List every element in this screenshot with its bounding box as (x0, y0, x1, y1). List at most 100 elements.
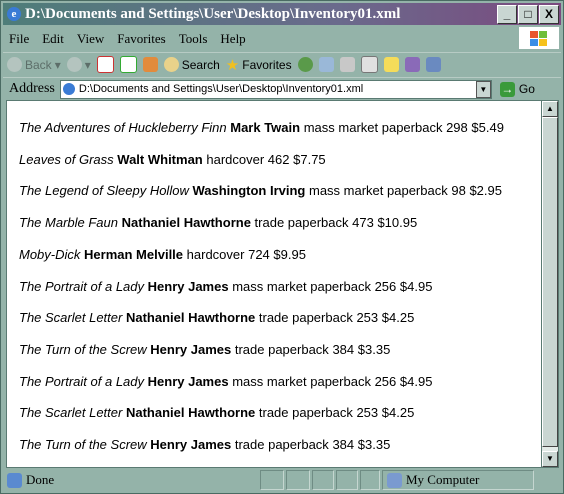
book-binding: trade paperback (254, 215, 349, 231)
book-title: The Adventures of Huckleberry Finn (19, 120, 227, 135)
menu-view[interactable]: View (77, 31, 104, 47)
book-title: The Scarlet Letter (19, 405, 123, 421)
page-icon (62, 83, 75, 95)
edit-icon[interactable] (360, 56, 378, 73)
book-binding: hardcover (186, 246, 245, 262)
home-icon[interactable] (142, 57, 158, 72)
menu-file[interactable]: File (9, 31, 29, 47)
book-binding: trade paperback (234, 437, 329, 452)
discuss-icon[interactable] (383, 57, 399, 72)
book-binding: mass market paperback (232, 278, 371, 294)
book-binding: trade paperback (234, 341, 329, 357)
book-pages: 253 (356, 310, 379, 326)
minimize-button[interactable]: _ (497, 5, 517, 24)
book-row: The Scarlet Letter Nathaniel Hawthorne t… (19, 405, 414, 420)
window-title: D:\Documents and Settings\User\Desktop\I… (25, 5, 401, 22)
page-done-icon (7, 472, 22, 488)
search-button[interactable]: Search (163, 57, 220, 72)
book-author: Nathaniel Hawthorne (125, 310, 256, 326)
toolbar: Back ▾ ▾ Search ★ Favorites (3, 52, 561, 76)
close-button[interactable]: X (539, 5, 559, 24)
book-title: The Portrait of a Lady (19, 278, 145, 294)
address-dropdown[interactable]: ▼ (475, 80, 491, 98)
book-author: Henry James (147, 373, 229, 389)
address-input[interactable]: D:\Documents and Settings\User\Desktop\I… (59, 79, 492, 99)
book-author: Herman Melville (84, 246, 184, 262)
book-pages: 256 (374, 373, 397, 389)
book-row: The Adventures of Huckleberry Finn Mark … (19, 120, 504, 135)
book-row: The Turn of the Screw Henry James trade … (19, 342, 390, 357)
stop-icon[interactable] (96, 56, 114, 73)
book-row: The Portrait of a Lady Henry James mass … (19, 279, 432, 294)
favorites-button[interactable]: ★ Favorites (226, 56, 292, 74)
menu-bar: File Edit View Favorites Tools Help (3, 28, 561, 50)
research-icon[interactable] (425, 57, 441, 72)
forward-button[interactable]: ▾ (66, 57, 91, 72)
page-content: The Adventures of Huckleberry Finn Mark … (6, 100, 542, 468)
book-pages: 298 (446, 120, 468, 135)
book-title: Leaves of Grass (19, 151, 114, 167)
scroll-down-button[interactable]: ▼ (542, 451, 558, 467)
media-icon[interactable] (297, 57, 313, 72)
windows-logo-icon (519, 27, 559, 49)
book-price: $9.95 (273, 246, 306, 262)
go-arrow-icon: → (499, 81, 515, 97)
book-pages: 473 (352, 215, 374, 231)
computer-icon (387, 472, 402, 488)
scroll-up-button[interactable]: ▲ (542, 101, 558, 117)
book-pages: 384 (332, 341, 355, 357)
status-text: Done (26, 472, 55, 487)
forward-arrow-icon (66, 57, 82, 72)
book-pages: 98 (451, 183, 466, 199)
refresh-icon[interactable] (119, 56, 137, 73)
status-bar: Done My Computer (3, 469, 561, 491)
book-title: The Marble Faun (19, 215, 118, 231)
book-price: $2.95 (469, 183, 502, 199)
book-binding: trade paperback (258, 405, 353, 421)
mail-icon[interactable] (318, 57, 334, 72)
book-title: Moby-Dick (19, 246, 81, 262)
book-author: Nathaniel Hawthorne (121, 215, 251, 231)
book-row: The Scarlet Letter Nathaniel Hawthorne t… (19, 310, 414, 325)
scroll-thumb[interactable] (542, 117, 558, 447)
title-bar: e D:\Documents and Settings\User\Desktop… (3, 3, 561, 25)
book-title: The Scarlet Letter (19, 310, 123, 326)
book-title: The Portrait of a Lady (19, 373, 145, 389)
book-row: The Legend of Sleepy Hollow Washington I… (19, 183, 502, 198)
book-price: $3.35 (357, 437, 391, 452)
book-pages: 253 (356, 405, 379, 421)
star-icon: ★ (225, 56, 240, 74)
menu-help[interactable]: Help (220, 31, 245, 47)
book-row: Leaves of Grass Walt Whitman hardcover 4… (19, 152, 326, 167)
book-pages: 256 (374, 278, 397, 294)
messenger-icon[interactable] (404, 57, 420, 72)
browser-window: e D:\Documents and Settings\User\Desktop… (0, 0, 564, 494)
book-title: The Legend of Sleepy Hollow (19, 183, 189, 199)
book-row: The Turn of the Screw Henry James trade … (19, 437, 390, 452)
book-pages: 462 (267, 151, 290, 167)
book-title: The Turn of the Screw (19, 437, 147, 452)
print-icon[interactable] (339, 57, 355, 72)
address-bar: Address D:\Documents and Settings\User\D… (3, 77, 561, 100)
book-author: Mark Twain (230, 120, 301, 135)
search-icon (163, 57, 179, 72)
menu-favorites[interactable]: Favorites (117, 31, 165, 47)
book-binding: hardcover (206, 151, 265, 167)
menu-edit[interactable]: Edit (42, 31, 64, 47)
book-row: The Portrait of a Lady Henry James mass … (19, 374, 432, 389)
vertical-scrollbar[interactable]: ▲ ▼ (541, 100, 559, 468)
book-author: Henry James (147, 278, 229, 294)
book-title: The Turn of the Screw (19, 341, 147, 357)
book-price: $10.95 (377, 215, 418, 231)
back-button[interactable]: Back ▾ (7, 57, 61, 72)
menu-tools[interactable]: Tools (179, 31, 208, 47)
book-row: The Marble Faun Nathaniel Hawthorne trad… (19, 215, 417, 230)
ie-icon: e (7, 7, 21, 21)
book-row: Moby-Dick Herman Melville hardcover 724 … (19, 247, 306, 262)
book-price: $5.49 (471, 120, 504, 135)
maximize-button[interactable]: □ (518, 5, 538, 24)
back-arrow-icon (7, 57, 22, 72)
go-button[interactable]: → Go (499, 81, 535, 97)
book-price: $3.35 (357, 341, 391, 357)
book-author: Nathaniel Hawthorne (125, 405, 256, 421)
